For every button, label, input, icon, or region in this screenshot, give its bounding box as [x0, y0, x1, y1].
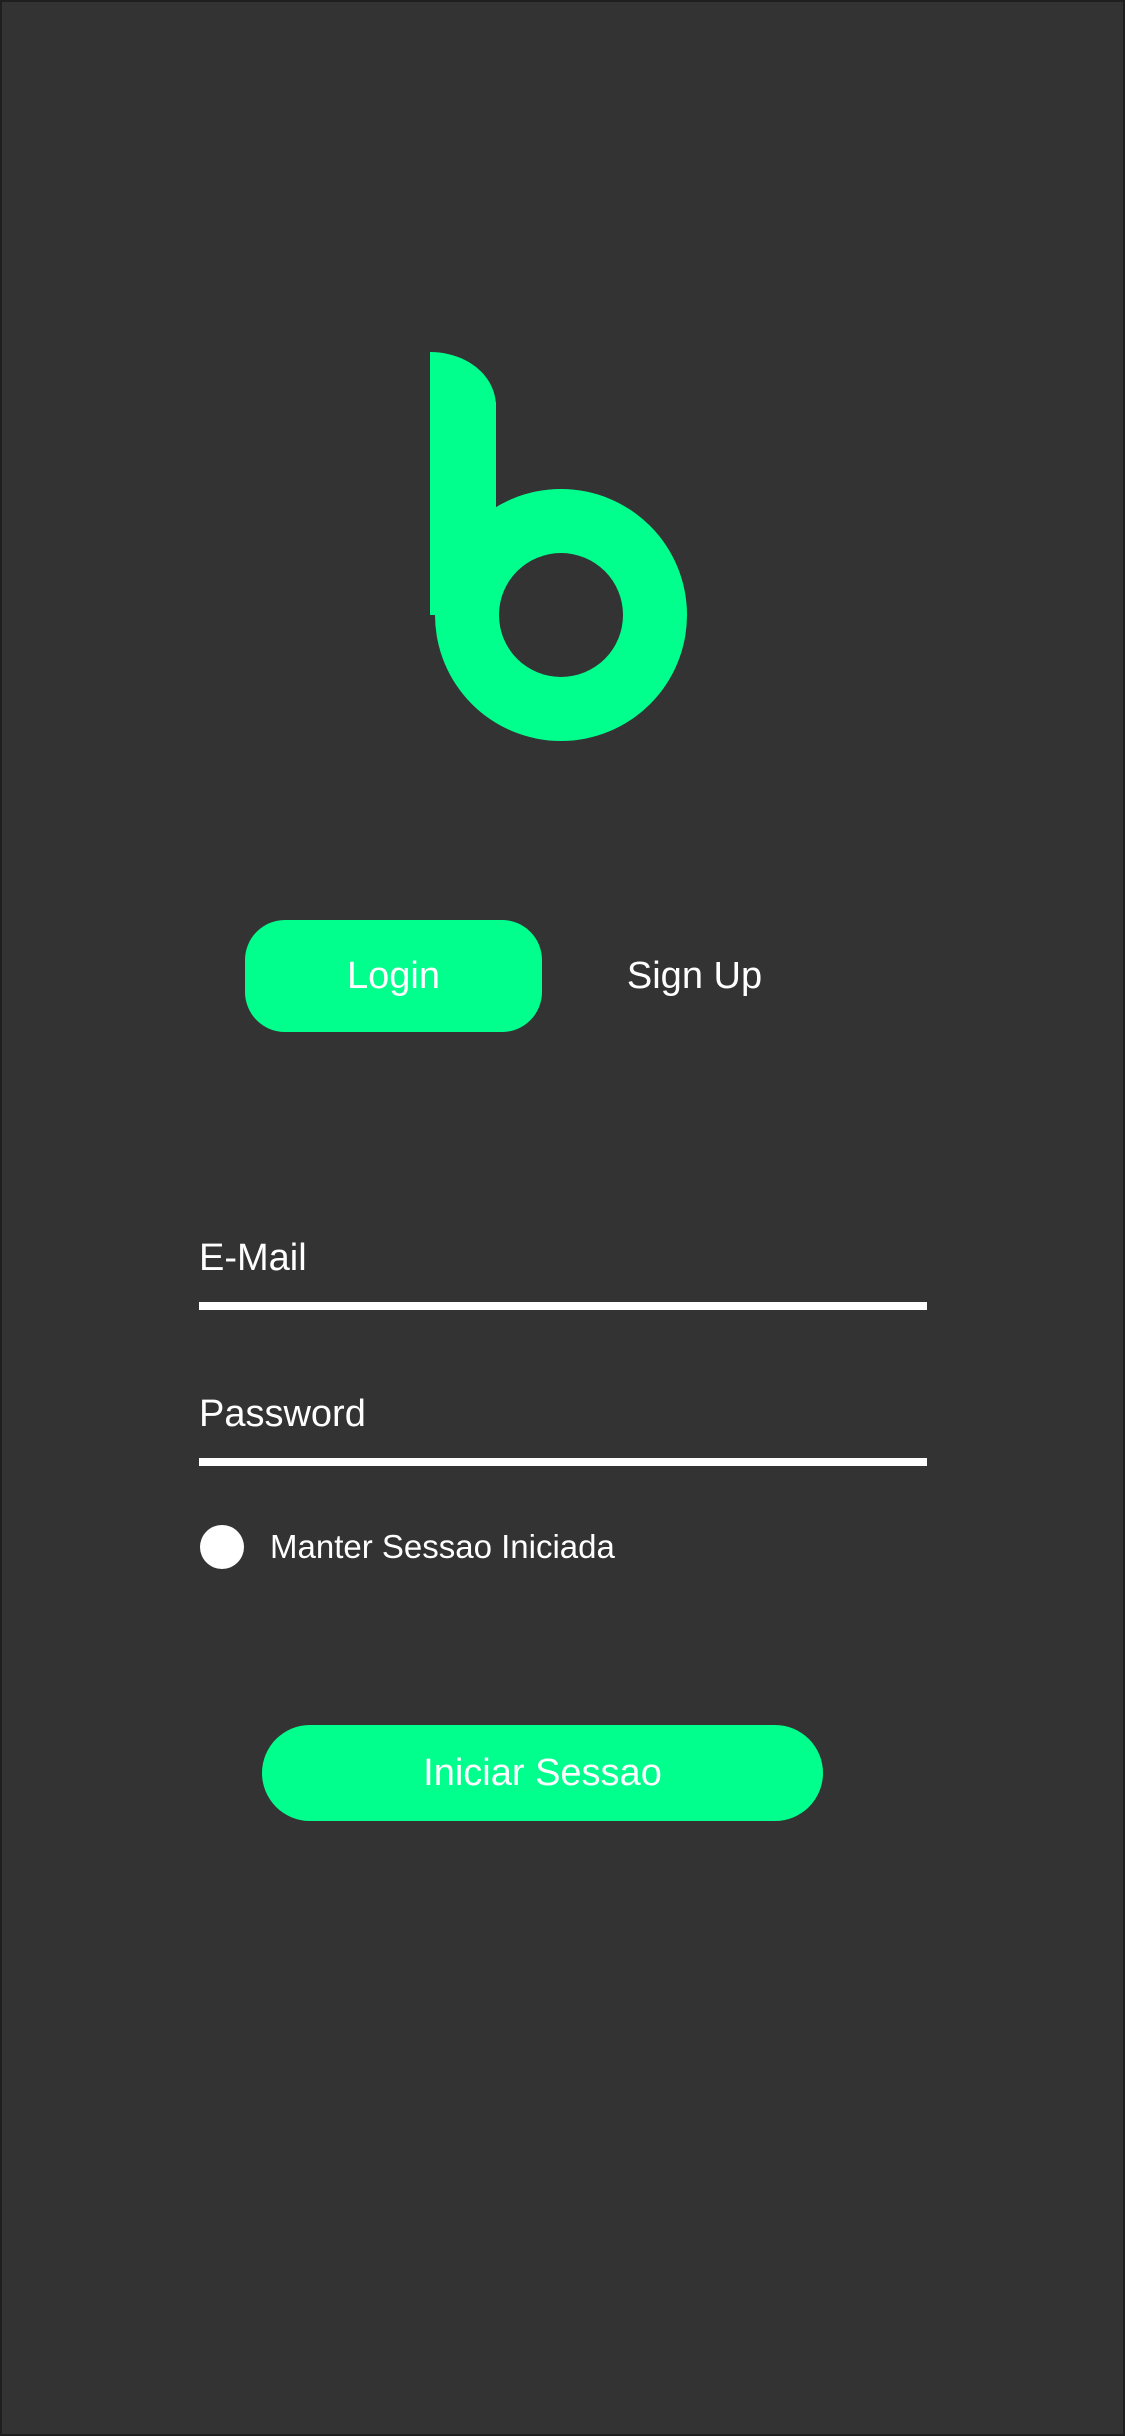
tab-login[interactable]: Login	[245, 920, 542, 1032]
email-field-container	[199, 1218, 927, 1310]
email-underline	[199, 1302, 927, 1310]
b-logo-icon	[430, 352, 687, 741]
tab-signup[interactable]: Sign Up	[602, 920, 787, 1032]
remember-session-radio[interactable]	[200, 1525, 244, 1569]
remember-session-option[interactable]: Manter Sessao Iniciada	[200, 1522, 615, 1572]
login-screen: Login Sign Up Manter Sessao Iniciada Ini…	[0, 0, 1125, 2436]
email-field[interactable]	[199, 1218, 927, 1298]
start-session-button[interactable]: Iniciar Sessao	[262, 1725, 823, 1821]
password-field[interactable]	[199, 1374, 927, 1454]
password-underline	[199, 1458, 927, 1466]
password-field-container	[199, 1374, 927, 1466]
remember-session-label: Manter Sessao Iniciada	[270, 1528, 615, 1565]
